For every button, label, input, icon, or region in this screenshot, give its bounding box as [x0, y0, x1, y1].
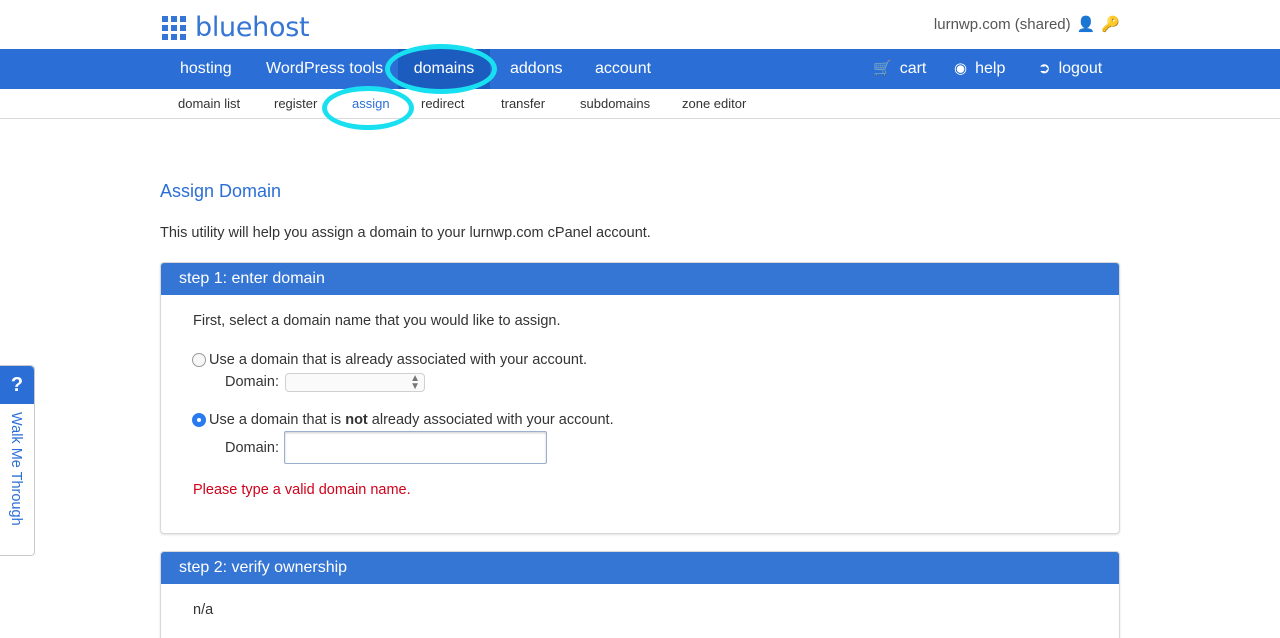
nav-domains[interactable]: domains	[398, 49, 490, 89]
logout-icon: ➲	[1038, 60, 1051, 77]
logo-grid-icon	[162, 15, 186, 40]
walk-me-through-label: Walk Me Through	[8, 412, 24, 526]
nav-help[interactable]: ◉ help	[954, 49, 1005, 89]
option-new-bold: not	[345, 412, 368, 428]
nav-wordpress-tools[interactable]: WordPress tools	[266, 49, 383, 89]
nav-hosting[interactable]: hosting	[180, 49, 232, 89]
existing-domain-select[interactable]: ▲ ▼	[285, 373, 425, 392]
nav-logout[interactable]: ➲ logout	[1038, 49, 1102, 89]
account-info: lurnwp.com (shared) 👤 🔑	[933, 15, 1120, 34]
cart-icon: 🛒	[873, 60, 892, 77]
new-domain-input[interactable]	[284, 431, 547, 464]
step2-panel: step 2: verify ownership n/a	[160, 551, 1120, 638]
subnav-redirect[interactable]: redirect	[421, 89, 464, 119]
logo-text: bluehost	[195, 12, 310, 43]
nav-logout-label: logout	[1058, 60, 1103, 77]
nav-account[interactable]: account	[595, 49, 651, 89]
step2-header: step 2: verify ownership	[161, 552, 1119, 584]
brand-bar: bluehost lurnwp.com (shared) 👤 🔑	[0, 0, 1280, 49]
page-title: Assign Domain	[160, 181, 282, 201]
radio-existing-domain[interactable]	[192, 353, 206, 367]
radio-new-domain[interactable]	[192, 413, 206, 427]
nav-help-label: help	[975, 60, 1006, 77]
subnav-zone-editor[interactable]: zone editor	[682, 89, 746, 119]
subnav-register[interactable]: register	[274, 89, 317, 119]
option-new-prefix: Use a domain that is	[209, 412, 346, 428]
option-existing-label: Use a domain that is already associated …	[209, 352, 588, 368]
subnav-subdomains[interactable]: subdomains	[580, 89, 650, 119]
step2-body-text: n/a	[193, 602, 214, 618]
step1-body: First, select a domain name that you wou…	[161, 263, 1119, 503]
subnav-domain-list[interactable]: domain list	[178, 89, 240, 119]
sub-nav: domain list register assign redirect tra…	[0, 89, 1280, 119]
account-label: lurnwp.com (shared)	[933, 15, 1071, 33]
option-new-domain[interactable]: Use a domain that is not already associa…	[192, 412, 614, 428]
lifebuoy-icon: ◉	[954, 60, 968, 77]
nav-addons[interactable]: addons	[510, 49, 563, 89]
option-existing-domain[interactable]: Use a domain that is already associated …	[192, 352, 587, 368]
select-chevron-icon: ▲ ▼	[410, 373, 420, 392]
existing-domain-label: Domain:	[225, 374, 279, 390]
option-new-label: Use a domain that is not already associa…	[209, 412, 614, 428]
user-icon[interactable]: 👤	[1077, 15, 1096, 33]
domain-error-message: Please type a valid domain name.	[193, 482, 411, 498]
walk-me-through-tab[interactable]: ? Walk Me Through	[0, 365, 35, 556]
help-question-icon: ?	[0, 366, 34, 404]
nav-cart-label: cart	[899, 60, 927, 77]
step1-panel: step 1: enter domain First, select a dom…	[160, 262, 1120, 534]
subnav-transfer[interactable]: transfer	[501, 89, 545, 119]
subnav-assign[interactable]: assign	[352, 89, 390, 119]
new-domain-label: Domain:	[225, 440, 279, 456]
step1-lead: First, select a domain name that you wou…	[193, 313, 561, 329]
option-new-suffix: already associated with your account.	[367, 412, 614, 428]
bluehost-logo[interactable]: bluehost	[162, 12, 310, 43]
key-icon[interactable]: 🔑	[1101, 15, 1120, 33]
main-nav: hosting WordPress tools domains addons a…	[0, 49, 1280, 89]
page-intro: This utility will help you assign a doma…	[160, 225, 651, 241]
nav-cart[interactable]: 🛒 cart	[873, 49, 926, 89]
